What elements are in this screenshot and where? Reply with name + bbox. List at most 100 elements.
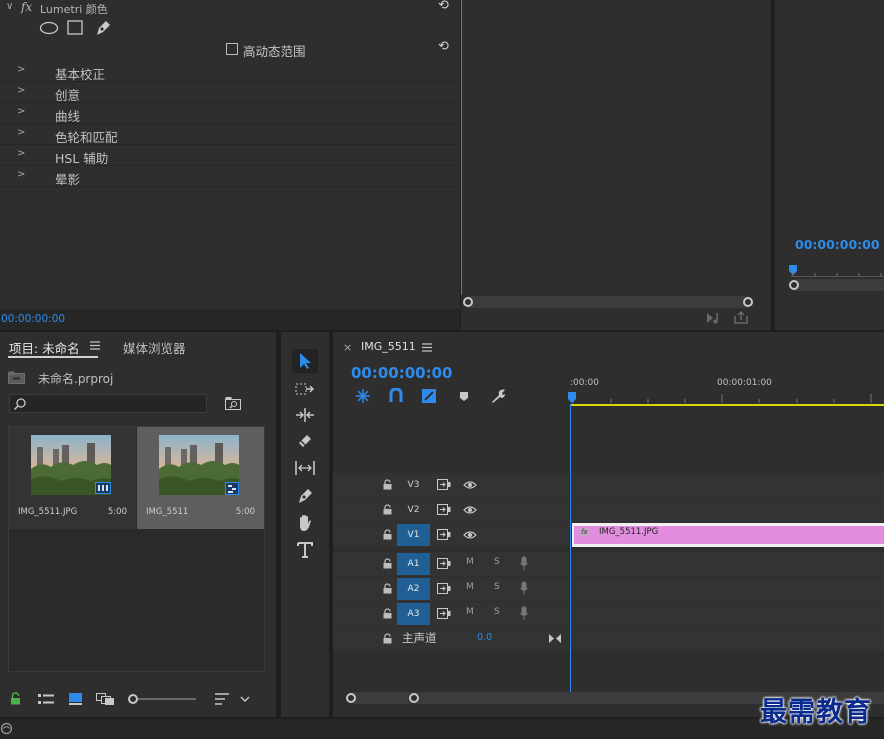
add-marker-icon[interactable] <box>459 391 469 402</box>
scroll-handle-left[interactable] <box>346 693 356 703</box>
freeform-view-icon[interactable] <box>96 693 115 705</box>
sync-lock-icon[interactable] <box>437 608 451 619</box>
nest-sequence-icon[interactable] <box>355 388 371 404</box>
track-name[interactable]: A1 <box>397 553 430 575</box>
ripple-edit-tool[interactable] <box>292 403 318 427</box>
track-header-v2[interactable]: V2 <box>333 498 569 522</box>
scroll-handle-left[interactable] <box>789 280 799 290</box>
selection-tool[interactable] <box>292 349 318 373</box>
lock-icon[interactable] <box>383 608 392 619</box>
lock-icon[interactable] <box>383 479 392 490</box>
track-lane-v1[interactable]: fx IMG_5511.JPG <box>571 523 884 547</box>
track-lane-a1[interactable] <box>571 552 884 576</box>
tab-project[interactable]: 项目: 未命名 <box>9 338 80 357</box>
track-lane-v2[interactable] <box>571 498 884 522</box>
eye-icon[interactable] <box>463 505 477 515</box>
track-name[interactable]: V2 <box>397 499 430 521</box>
linked-selection-icon[interactable] <box>421 388 437 404</box>
solo-button[interactable]: S <box>494 607 500 617</box>
scroll-handle-right[interactable] <box>743 297 753 307</box>
track-header-a2[interactable]: A2 M S <box>333 577 569 601</box>
solo-button[interactable]: S <box>494 582 500 592</box>
list-view-icon[interactable] <box>38 694 54 705</box>
sync-lock-icon[interactable] <box>437 504 451 515</box>
program-timecode[interactable]: 00:00:00:00 <box>795 237 880 252</box>
lock-icon[interactable] <box>383 529 392 540</box>
export-frame-icon[interactable] <box>733 310 749 325</box>
mute-button[interactable]: M <box>466 607 474 617</box>
go-to-end-icon[interactable] <box>549 633 561 644</box>
lock-icon[interactable] <box>383 504 392 515</box>
eye-icon[interactable] <box>463 480 477 490</box>
track-header-a3[interactable]: A3 M S <box>333 602 569 626</box>
effect-controls-timecode[interactable]: 00:00:00:00 <box>1 313 65 325</box>
slip-tool[interactable] <box>292 456 318 480</box>
microphone-icon[interactable] <box>520 581 528 596</box>
wrench-icon[interactable] <box>490 388 506 404</box>
snap-icon[interactable] <box>389 388 403 404</box>
timeline-timecode[interactable]: 00:00:00:00 <box>351 364 453 382</box>
collapse-chevron-icon[interactable]: ∨ <box>6 1 13 12</box>
mute-button[interactable]: M <box>466 582 474 592</box>
master-volume-value[interactable]: 0.0 <box>477 632 492 643</box>
microphone-icon[interactable] <box>520 556 528 571</box>
panel-menu-icon[interactable] <box>422 343 432 352</box>
track-header-v1[interactable]: V1 <box>333 523 569 547</box>
track-lane-a2[interactable] <box>571 577 884 601</box>
scroll-handle-left[interactable] <box>463 297 473 307</box>
timeline-clip[interactable]: fx IMG_5511.JPG <box>572 523 884 547</box>
track-lane-v3[interactable] <box>571 473 884 497</box>
find-in-bin-icon[interactable] <box>225 396 241 410</box>
sync-lock-icon[interactable] <box>437 529 451 540</box>
section-vignette[interactable]: > 晕影 <box>0 166 460 187</box>
hand-tool[interactable] <box>292 511 318 535</box>
work-area-bar[interactable] <box>571 404 884 406</box>
track-lane-a3[interactable] <box>571 602 884 626</box>
program-scrollbar[interactable] <box>789 279 884 291</box>
sequence-tab[interactable]: IMG_5511 <box>361 340 416 353</box>
solo-button[interactable]: S <box>494 557 500 567</box>
microphone-icon[interactable] <box>520 606 528 621</box>
track-name[interactable]: A2 <box>397 578 430 600</box>
background-render-icon[interactable] <box>0 722 13 735</box>
export-audio-icon[interactable] <box>706 311 722 325</box>
lock-icon[interactable] <box>10 692 21 705</box>
chevron-down-icon[interactable] <box>240 696 250 703</box>
type-tool[interactable] <box>292 538 318 562</box>
track-lane-master[interactable] <box>571 627 884 651</box>
rectangle-mask-icon[interactable] <box>67 20 83 35</box>
lock-icon[interactable] <box>383 583 392 594</box>
lock-icon[interactable] <box>383 633 392 644</box>
ellipse-mask-icon[interactable] <box>39 21 59 35</box>
project-item-sequence[interactable]: IMG_5511 5:00 <box>137 427 264 529</box>
zoom-slider[interactable] <box>128 693 198 705</box>
sync-lock-icon[interactable] <box>437 558 451 569</box>
tab-media-browser[interactable]: 媒体浏览器 <box>123 338 186 357</box>
close-icon[interactable]: × <box>343 341 352 354</box>
reset-icon[interactable]: ⟲ <box>438 0 449 13</box>
zoom-scrollbar[interactable] <box>463 296 753 308</box>
search-input[interactable] <box>9 394 207 413</box>
playhead-marker[interactable] <box>567 391 577 404</box>
section-hsl-secondary[interactable]: > HSL 辅助 <box>0 145 460 166</box>
zoom-slider-handle[interactable] <box>128 694 138 704</box>
pen-mask-icon[interactable] <box>94 19 112 37</box>
razor-tool[interactable] <box>292 429 318 453</box>
pen-tool[interactable] <box>292 484 318 508</box>
track-header-v3[interactable]: V3 <box>333 473 569 497</box>
track-name[interactable]: V3 <box>397 474 430 496</box>
track-select-tool[interactable] <box>292 377 318 401</box>
track-header-master[interactable]: 主声道 0.0 <box>333 627 569 651</box>
icon-view-icon[interactable] <box>69 693 82 705</box>
mute-button[interactable]: M <box>466 557 474 567</box>
hdr-checkbox[interactable] <box>226 43 238 55</box>
section-basic-correction[interactable]: > 基本校正 <box>0 61 460 82</box>
track-name[interactable]: V1 <box>397 524 430 546</box>
section-color-wheels[interactable]: > 色轮和匹配 <box>0 124 460 145</box>
eye-icon[interactable] <box>463 530 477 540</box>
track-name[interactable]: A3 <box>397 603 430 625</box>
panel-menu-icon[interactable] <box>90 341 100 350</box>
sort-icon[interactable] <box>215 693 229 705</box>
project-item-image[interactable]: IMG_5511.JPG 5:00 <box>9 427 136 529</box>
track-header-a1[interactable]: A1 M S <box>333 552 569 576</box>
